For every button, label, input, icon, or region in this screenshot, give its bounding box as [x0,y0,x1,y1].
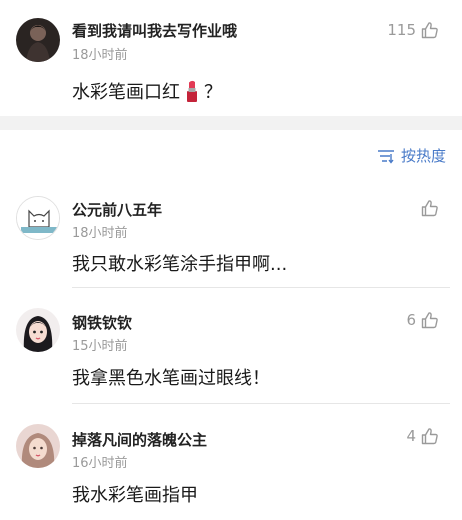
comment-text: 我只敢水彩笔涂手指甲啊... [72,254,288,275]
thumbs-up-icon [421,428,438,445]
comment-text: 我拿黑色水笔画过眼线！ [72,368,270,389]
post-time: 18小时前 [72,48,128,63]
thumbs-up-icon [421,312,438,329]
comment-author[interactable]: 钢铁钦钦 [72,312,132,333]
comment-author[interactable]: 公元前八五年 [72,199,162,220]
comment-like-button[interactable] [416,198,440,218]
comment-time: 15小时前 [72,339,128,354]
lipstick-icon [184,80,200,107]
post-content-text: 水彩笔画口红 [72,82,180,103]
sort-bar: 按热度 [0,130,462,182]
comment-item: 公元前八五年 18小时前 我只敢水彩笔涂手指甲啊... [0,182,462,288]
sort-by-hot-button[interactable]: 按热度 [377,145,446,166]
sort-icon [377,149,394,164]
thumbs-up-icon [421,200,438,217]
comment-item: 掉落凡间的落魄公主 16小时前 4 我水彩笔画指甲 [0,404,462,520]
thumbs-up-icon [421,22,438,39]
comment-text: 我水彩笔画指甲 [72,485,198,506]
post-content: 水彩笔画口红 ？ [72,78,222,107]
post-like-count: 115 [387,21,416,39]
avatar[interactable] [16,196,60,240]
avatar[interactable] [16,424,60,468]
comment-like-button[interactable]: 6 [406,310,440,330]
avatar[interactable] [16,308,60,352]
post-author[interactable]: 看到我请叫我去写作业哦 [72,20,237,41]
post: 看到我请叫我去写作业哦 18小时前 115 水彩笔画口红 ？ [0,0,462,116]
comment-like-count: 4 [406,427,416,445]
post-content-suffix: ？ [204,82,222,103]
comment-time: 16小时前 [72,456,128,471]
comment-like-count: 6 [406,311,416,329]
comment-author[interactable]: 掉落凡间的落魄公主 [72,429,207,450]
comment-like-button[interactable]: 4 [406,426,440,446]
avatar[interactable] [16,18,60,62]
post-like-button[interactable]: 115 [387,20,440,40]
sort-label: 按热度 [400,147,446,165]
comment-item: 钢铁钦钦 15小时前 6 我拿黑色水笔画过眼线！ [0,288,462,404]
comment-time: 18小时前 [72,226,128,241]
section-separator [0,116,462,130]
